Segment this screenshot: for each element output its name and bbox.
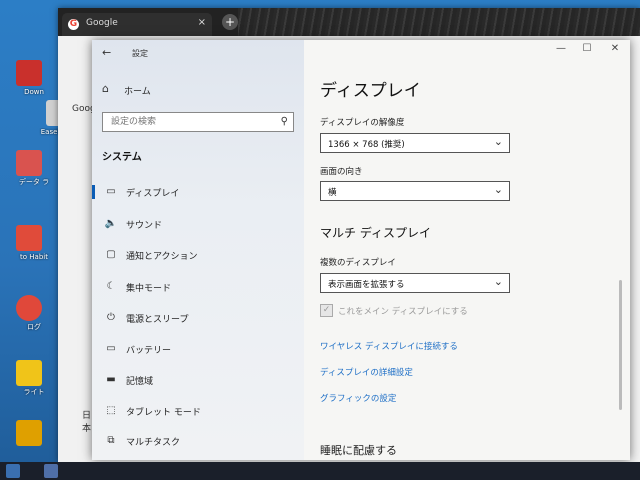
nav-item-label: 電源とスリープ: [126, 315, 189, 325]
nav-item-power[interactable]: ⏻ 電源とスリープ: [92, 305, 304, 331]
window-title: 設定: [132, 49, 148, 58]
main-display-checkbox: ✓: [320, 304, 333, 317]
app-icon: [16, 295, 42, 321]
browser-theme-pattern: [238, 8, 640, 36]
search-input[interactable]: [109, 116, 273, 128]
search-icon[interactable]: ⚲: [281, 116, 288, 127]
nav-item-label: タブレット モード: [126, 408, 201, 418]
app-icon: [16, 420, 42, 446]
home-icon: ⌂: [102, 82, 109, 95]
settings-content: — ☐ ✕ ディスプレイ ディスプレイの解像度 1366 × 768 (推奨) …: [304, 40, 630, 460]
nav-home-label: ホーム: [124, 87, 151, 97]
nav-section-heading: システム: [102, 152, 142, 163]
graphics-settings-link[interactable]: グラフィックの設定: [320, 392, 396, 404]
taskbar: [0, 462, 640, 480]
power-icon: ⏻: [107, 312, 115, 323]
content-scrollbar[interactable]: [619, 280, 622, 410]
tablet-icon: ⬚: [106, 405, 116, 416]
advanced-display-link[interactable]: ディスプレイの詳細設定: [320, 366, 413, 378]
battery-icon: ▭: [106, 343, 116, 354]
nav-item-label: 通知とアクション: [126, 252, 198, 262]
nav-item-label: ディスプレイ: [126, 189, 180, 199]
multi-display-value: 表示画面を拡張する: [328, 280, 405, 290]
display-icon: ▭: [106, 186, 116, 197]
resolution-dropdown[interactable]: 1366 × 768 (推奨) ⌄: [320, 133, 510, 153]
settings-search-box[interactable]: ⚲: [102, 112, 294, 132]
nav-item-display[interactable]: ▭ ディスプレイ: [92, 179, 304, 205]
settings-window: ← 設定 ⌂ ホーム ⚲ システム ▭ ディスプレイ 🔈 サウンド ▢ 通知とア…: [92, 40, 630, 460]
nav-item-tablet[interactable]: ⬚ タブレット モード: [92, 398, 304, 424]
maximize-button[interactable]: ☐: [578, 42, 596, 56]
sleep-heading: 睡眠に配慮する: [320, 444, 397, 457]
nav-item-label: 集中モード: [126, 284, 172, 294]
close-button[interactable]: ✕: [606, 42, 624, 56]
back-arrow-icon[interactable]: ←: [102, 46, 111, 59]
page-title: ディスプレイ: [320, 81, 421, 101]
app-icon: [16, 360, 42, 386]
taskbar-app-icon[interactable]: [44, 464, 58, 478]
main-display-checkbox-label: これをメイン ディスプレイにする: [338, 307, 468, 317]
orientation-dropdown[interactable]: 横 ⌄: [320, 181, 510, 201]
browser-tab-title: Google: [86, 18, 118, 28]
nav-item-storage[interactable]: ▬ 記憶域: [92, 367, 304, 393]
nav-item-notifications[interactable]: ▢ 通知とアクション: [92, 242, 304, 268]
multi-display-dropdown[interactable]: 表示画面を拡張する ⌄: [320, 273, 510, 293]
minimize-button[interactable]: —: [552, 42, 570, 56]
wireless-display-link[interactable]: ワイヤレス ディスプレイに接続する: [320, 340, 458, 352]
start-icon[interactable]: [6, 464, 20, 478]
chevron-down-icon: ⌄: [493, 135, 503, 148]
chevron-down-icon: ⌄: [493, 275, 503, 288]
notification-icon: ▢: [106, 249, 116, 260]
nav-item-label: サウンド: [126, 221, 163, 231]
orientation-value: 横: [328, 188, 337, 198]
resolution-value: 1366 × 768 (推奨): [328, 140, 405, 150]
moon-icon: ☾: [106, 281, 116, 292]
close-tab-icon[interactable]: ×: [198, 17, 206, 28]
storage-icon: ▬: [106, 374, 116, 385]
resolution-label: ディスプレイの解像度: [320, 118, 405, 128]
app-icon: [16, 150, 42, 176]
nav-item-sound[interactable]: 🔈 サウンド: [92, 211, 304, 237]
nav-item-multitask[interactable]: ⧉ マルチタスク: [92, 428, 304, 454]
nav-item-focus[interactable]: ☾ 集中モード: [92, 274, 304, 300]
settings-nav: ← 設定 ⌂ ホーム ⚲ システム ▭ ディスプレイ 🔈 サウンド ▢ 通知とア…: [92, 40, 304, 460]
nav-item-label: 記憶域: [126, 377, 154, 387]
browser-tab-strip: G Google × +: [58, 8, 640, 36]
new-tab-button[interactable]: +: [222, 14, 238, 30]
app-icon: [16, 225, 42, 251]
nav-item-label: マルチタスク: [126, 438, 181, 448]
selected-indicator: [92, 185, 95, 199]
app-icon: [16, 60, 42, 86]
sound-icon: 🔈: [104, 218, 118, 229]
multi-display-label: 複数のディスプレイ: [320, 258, 396, 268]
browser-tab[interactable]: G Google ×: [62, 13, 212, 36]
multi-display-heading: マルチ ディスプレイ: [320, 226, 431, 240]
chevron-down-icon: ⌄: [493, 183, 503, 196]
nav-item-label: バッテリー: [126, 346, 172, 356]
orientation-label: 画面の向き: [320, 167, 363, 177]
nav-item-battery[interactable]: ▭ バッテリー: [92, 336, 304, 362]
google-favicon-icon: G: [68, 19, 79, 30]
multitask-icon: ⧉: [107, 435, 115, 446]
